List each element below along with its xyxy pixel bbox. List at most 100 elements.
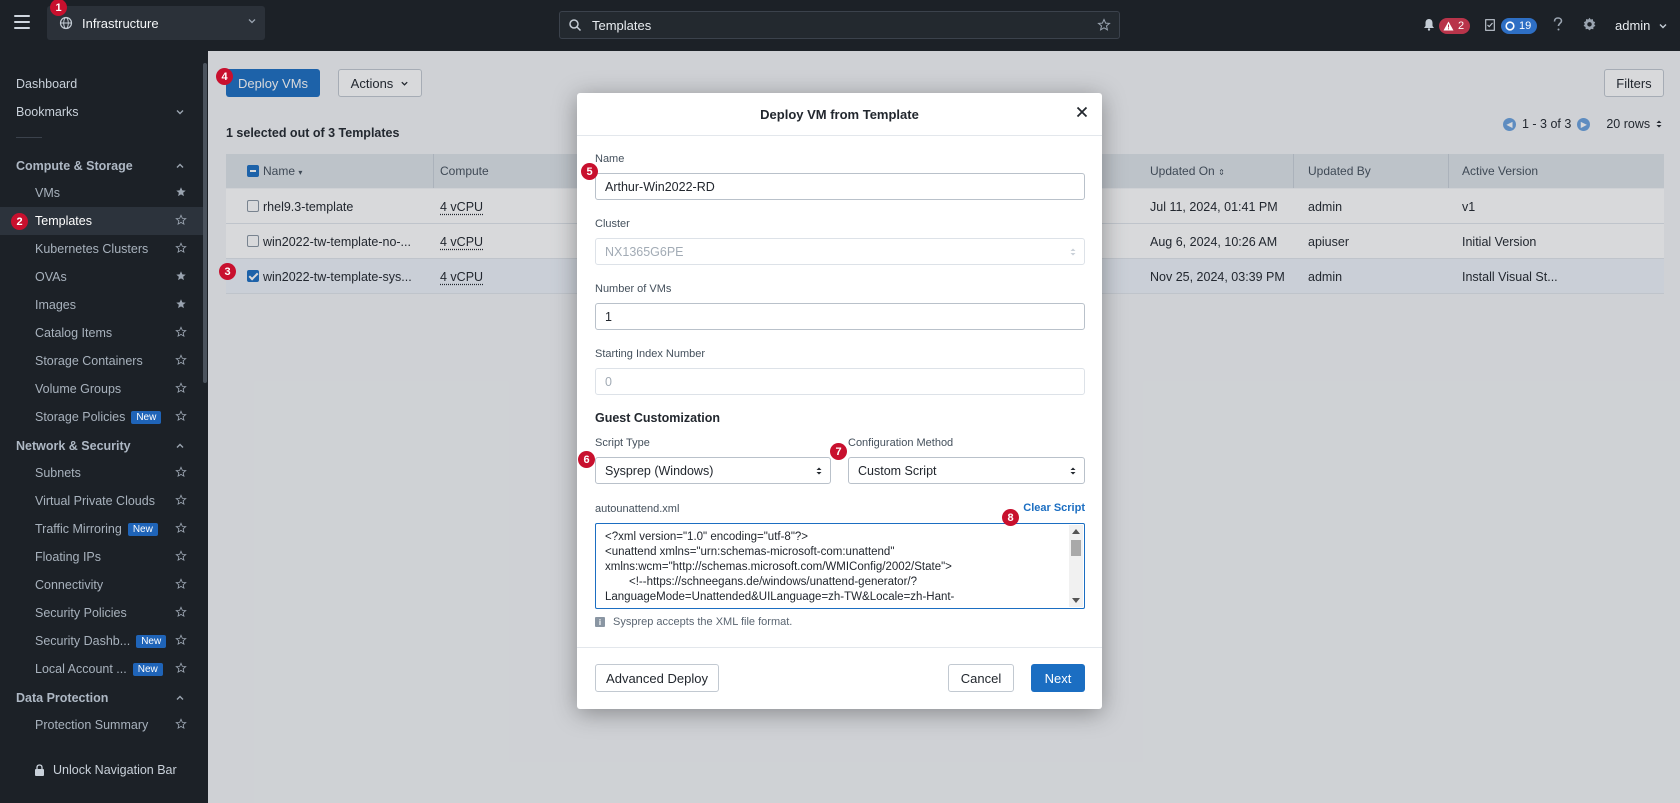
script-textarea[interactable]: <?xml version="1.0" encoding="utf-8"?> <… [595, 523, 1085, 609]
script-type-label: Script Type [595, 437, 650, 449]
name-input[interactable]: Arthur-Win2022-RD [595, 173, 1085, 200]
script-line: xmlns:wcm="http://schemas.microsoft.com/… [605, 561, 952, 573]
sidebar-item-volume-groups[interactable]: Volume Groups [0, 375, 203, 403]
sidebar-item-security-policies[interactable]: Security Policies [0, 599, 203, 627]
chevron-down-icon [248, 19, 256, 24]
star-outline-icon[interactable] [175, 634, 187, 646]
star-outline-icon[interactable] [175, 214, 187, 226]
guest-customization-title: Guest Customization [595, 411, 721, 425]
chevron-up-icon[interactable] [175, 441, 185, 451]
star-filled-icon[interactable] [175, 270, 187, 282]
star-outline-icon[interactable] [175, 494, 187, 506]
sidebar-item-security-dashboard[interactable]: Security Dashb... New [0, 627, 203, 655]
user-menu[interactable]: admin [1615, 18, 1650, 33]
search-input[interactable] [592, 17, 1072, 33]
star-filled-icon[interactable] [175, 298, 187, 310]
script-line: <!--https://schneegans.de/windows/unatte… [629, 576, 917, 588]
alerts-badge[interactable]: 2 [1439, 17, 1471, 34]
star-outline-icon[interactable] [1097, 18, 1111, 32]
sidebar-item-local-account[interactable]: Local Account ... New [0, 655, 203, 683]
sidebar-item-bookmarks[interactable]: Bookmarks [16, 105, 79, 119]
sidebar-item-vms[interactable]: VMs [0, 179, 203, 207]
clear-script-link[interactable]: Clear Script [1023, 502, 1085, 514]
annotation-marker: 3 [219, 263, 236, 280]
sidebar-item-connectivity[interactable]: Connectivity [0, 571, 203, 599]
sidebar-item-subnets[interactable]: Subnets [0, 459, 203, 487]
star-outline-icon[interactable] [175, 382, 187, 394]
script-line: <unattend xmlns="urn:schemas-microsoft-c… [605, 546, 895, 558]
chevron-down-icon [1659, 23, 1667, 28]
help-icon[interactable] [1553, 17, 1563, 32]
app-switcher[interactable]: Infrastructure [47, 6, 265, 40]
config-method-label: Configuration Method [848, 437, 954, 449]
annotation-marker: 4 [216, 68, 233, 85]
next-button[interactable]: Next [1031, 664, 1085, 692]
star-filled-icon[interactable] [175, 186, 187, 198]
annotation-marker: 8 [1002, 509, 1019, 526]
unlock-nav-button[interactable]: Unlock Navigation Bar [34, 763, 177, 777]
script-line: <?xml version="1.0" encoding="utf-8"?> [605, 531, 809, 543]
star-outline-icon[interactable] [175, 326, 187, 338]
star-outline-icon[interactable] [175, 550, 187, 562]
start-index-label: Starting Index Number [595, 348, 706, 360]
sidebar-item-images[interactable]: Images [0, 291, 203, 319]
script-type-select[interactable]: Sysprep (Windows) [595, 457, 831, 484]
sidebar-scrollbar[interactable] [203, 63, 207, 383]
globe-icon [59, 16, 73, 30]
star-outline-icon[interactable] [175, 522, 187, 534]
sidebar-item-kubernetes[interactable]: Kubernetes Clusters [0, 235, 203, 263]
sidebar-item-vpc[interactable]: Virtual Private Clouds [0, 487, 203, 515]
bell-icon[interactable] [1423, 18, 1435, 31]
sidebar-item-traffic-mirroring[interactable]: Traffic Mirroring New [0, 515, 203, 543]
config-method-select[interactable]: Custom Script [848, 457, 1085, 484]
sidebar-group-data-protection[interactable]: Data Protection [16, 691, 108, 705]
star-outline-icon[interactable] [175, 242, 187, 254]
name-label: Name [595, 153, 625, 165]
sidebar-item-ovas[interactable]: OVAs [0, 263, 203, 291]
sidebar-item-templates[interactable]: Templates [0, 207, 203, 235]
star-outline-icon[interactable] [175, 606, 187, 618]
chevron-up-icon[interactable] [175, 693, 185, 703]
star-outline-icon[interactable] [175, 410, 187, 422]
num-vms-label: Number of VMs [595, 283, 672, 295]
star-outline-icon[interactable] [175, 662, 187, 674]
new-tag: New [131, 411, 162, 424]
script-file-label: autounattend.xml [595, 503, 680, 515]
dialog-divider [577, 135, 1102, 136]
start-index-input: 0 [595, 368, 1085, 395]
close-icon[interactable] [1076, 106, 1088, 118]
sidebar-item-floating-ips[interactable]: Floating IPs [0, 543, 203, 571]
chevron-up-icon[interactable] [175, 161, 185, 171]
sidebar-item-storage-policies[interactable]: Storage Policies New [0, 403, 203, 431]
dialog-divider [577, 647, 1102, 648]
sidebar-divider [16, 137, 42, 138]
menu-icon[interactable] [14, 15, 30, 31]
num-vms-input[interactable]: 1 [595, 303, 1085, 330]
sidebar-item-dashboard[interactable]: Dashboard [16, 77, 77, 91]
tasks-badge[interactable]: 19 [1501, 17, 1538, 34]
sidebar-item-storage-containers[interactable]: Storage Containers [0, 347, 203, 375]
sidebar-item-protection-summary[interactable]: Protection Summary [0, 711, 203, 739]
task-circle-icon [1505, 20, 1515, 31]
updown-icon [1070, 467, 1076, 475]
cancel-button[interactable]: Cancel [948, 664, 1014, 692]
star-outline-icon[interactable] [175, 718, 187, 730]
gear-icon[interactable] [1582, 17, 1597, 32]
chevron-down-icon[interactable] [175, 107, 185, 117]
script-line: LanguageMode=Unattended&UILanguage=zh-TW… [605, 591, 955, 603]
star-outline-icon[interactable] [175, 578, 187, 590]
sidebar-item-catalog[interactable]: Catalog Items [0, 319, 203, 347]
sidebar-group-network[interactable]: Network & Security [16, 439, 131, 453]
advanced-deploy-button[interactable]: Advanced Deploy [595, 664, 719, 692]
sidebar-group-compute[interactable]: Compute & Storage [16, 159, 133, 173]
global-search[interactable] [559, 11, 1120, 39]
textarea-scrollbar[interactable] [1069, 525, 1083, 607]
star-outline-icon[interactable] [175, 466, 187, 478]
app-name: Infrastructure [82, 15, 159, 31]
new-tag: New [127, 523, 158, 536]
annotation-marker: 6 [578, 451, 595, 468]
clipboard-icon[interactable] [1485, 18, 1495, 31]
dialog-title: Deploy VM from Template [760, 107, 919, 122]
new-tag: New [132, 663, 163, 676]
star-outline-icon[interactable] [175, 354, 187, 366]
